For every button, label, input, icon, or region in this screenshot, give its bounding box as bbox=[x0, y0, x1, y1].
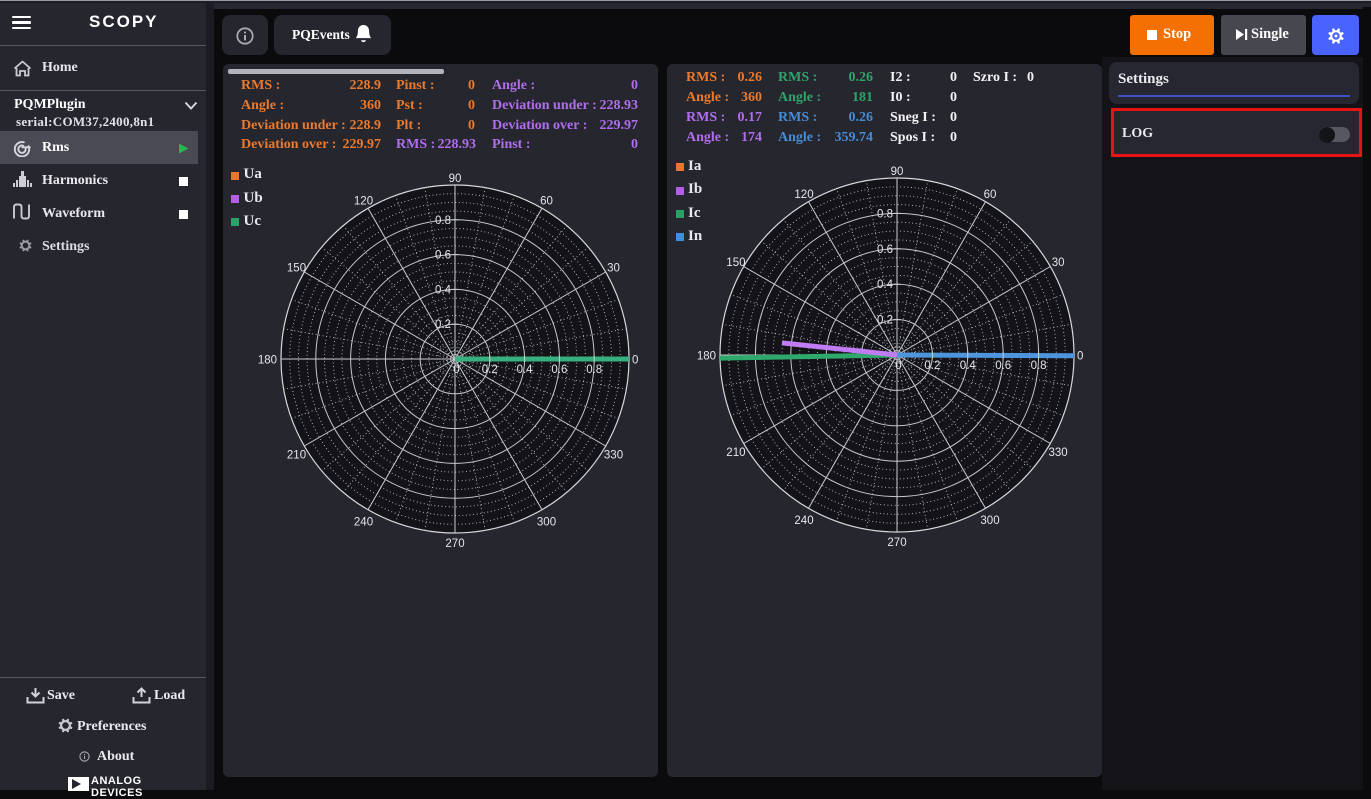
svg-text:0: 0 bbox=[632, 355, 638, 367]
svg-text:30: 30 bbox=[1052, 257, 1065, 269]
svg-text:0: 0 bbox=[896, 360, 902, 372]
svg-text:300: 300 bbox=[981, 515, 1000, 527]
svg-text:90: 90 bbox=[448, 173, 461, 185]
svg-text:270: 270 bbox=[445, 538, 464, 550]
svg-text:300: 300 bbox=[536, 517, 555, 529]
svg-text:0.4: 0.4 bbox=[435, 284, 452, 296]
svg-text:270: 270 bbox=[888, 537, 907, 549]
svg-text:0.8: 0.8 bbox=[877, 208, 893, 220]
svg-text:60: 60 bbox=[984, 189, 997, 201]
svg-text:0.6: 0.6 bbox=[995, 360, 1011, 372]
svg-text:0.2: 0.2 bbox=[481, 364, 497, 376]
svg-text:240: 240 bbox=[353, 517, 372, 529]
svg-text:330: 330 bbox=[1049, 447, 1068, 459]
svg-text:0: 0 bbox=[453, 364, 459, 376]
svg-text:0.2: 0.2 bbox=[925, 360, 941, 372]
svg-text:0.6: 0.6 bbox=[877, 244, 893, 256]
svg-text:0.4: 0.4 bbox=[877, 279, 894, 291]
svg-text:0.8: 0.8 bbox=[1031, 360, 1047, 372]
svg-text:60: 60 bbox=[540, 196, 553, 208]
svg-text:180: 180 bbox=[697, 351, 716, 363]
svg-text:210: 210 bbox=[286, 450, 305, 462]
svg-text:0.4: 0.4 bbox=[960, 360, 977, 372]
svg-text:0.4: 0.4 bbox=[516, 364, 533, 376]
svg-text:90: 90 bbox=[891, 166, 904, 178]
svg-text:120: 120 bbox=[353, 196, 372, 208]
svg-text:180: 180 bbox=[257, 355, 276, 367]
svg-text:120: 120 bbox=[795, 189, 814, 201]
svg-text:30: 30 bbox=[607, 263, 620, 275]
svg-text:210: 210 bbox=[727, 447, 746, 459]
svg-text:330: 330 bbox=[603, 450, 622, 462]
svg-text:0.6: 0.6 bbox=[551, 364, 567, 376]
svg-text:240: 240 bbox=[795, 515, 814, 527]
svg-text:150: 150 bbox=[286, 263, 305, 275]
svg-text:0.8: 0.8 bbox=[586, 364, 602, 376]
svg-text:0.6: 0.6 bbox=[435, 250, 451, 262]
svg-text:150: 150 bbox=[727, 257, 746, 269]
svg-text:0: 0 bbox=[1077, 351, 1083, 363]
svg-text:0.2: 0.2 bbox=[877, 315, 893, 327]
svg-text:0.8: 0.8 bbox=[435, 215, 451, 227]
svg-text:0.2: 0.2 bbox=[435, 319, 451, 331]
